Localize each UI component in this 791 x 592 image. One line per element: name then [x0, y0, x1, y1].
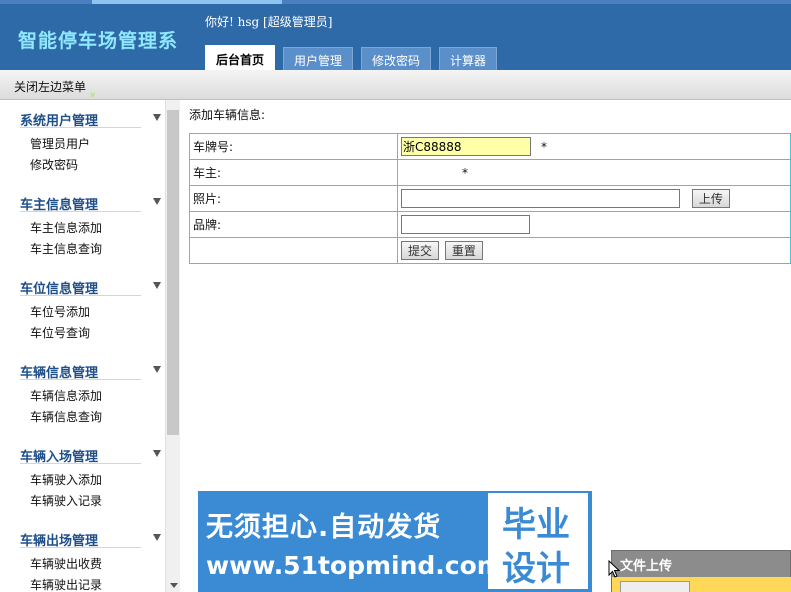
- sidebar-group-label: 车辆入场管理: [20, 450, 99, 465]
- sidebar-group-label: 车辆信息管理: [20, 366, 99, 381]
- sidebar-item-admin-users[interactable]: 管理员用户: [30, 134, 165, 155]
- banner-slogan: 无须担心.自动发货: [206, 512, 442, 543]
- actions-cell: 提交 重置: [397, 237, 791, 264]
- plate-label: 车牌号:: [189, 133, 398, 160]
- sidebar-group-label: 车主信息管理: [20, 198, 99, 213]
- sidebar-group-system-users: 系统用户管理 管理员用户 修改密码: [0, 100, 165, 184]
- sidebar-group-exit: 车辆出场管理 车辆驶出收费 车辆驶出记录: [0, 520, 165, 592]
- header-bar: 智能停车场管理系 你好! hsg [超级管理员] 后台首页 用户管理 修改密码 …: [0, 0, 791, 74]
- promo-banner[interactable]: 无须担心.自动发货 www.51topmind.com 毕业 设计: [198, 491, 592, 592]
- upload-popup-body: [612, 577, 791, 592]
- sidebar-menu: 系统用户管理 管理员用户 修改密码 车主信息管理 车主信息添加 车主信息查询 车…: [0, 100, 165, 592]
- brand-field-cell: [397, 211, 791, 238]
- upload-button[interactable]: 上传: [691, 188, 730, 208]
- chevron-down-icon[interactable]: [153, 114, 161, 121]
- banner-logo-box: 毕业 设计: [488, 493, 588, 589]
- banner-url: www.51topmind.com: [206, 551, 503, 580]
- header-top-accent: [92, 0, 282, 4]
- sidebar-item-owner-query[interactable]: 车主信息查询: [30, 239, 165, 260]
- owner-field-cell[interactable]: *: [397, 159, 791, 186]
- sidebar-item-vehicle-add[interactable]: 车辆信息添加: [30, 386, 165, 407]
- required-mark: *: [541, 140, 547, 154]
- upload-popup-title: 文件上传: [620, 559, 673, 574]
- sidebar-item-owner-add[interactable]: 车主信息添加: [30, 218, 165, 239]
- sidebar-item-entry-add[interactable]: 车辆驶入添加: [30, 470, 165, 491]
- sidebar-group-vehicle-info: 车辆信息管理 车辆信息添加 车辆信息查询: [0, 352, 165, 436]
- sidebar-group-label: 系统用户管理: [20, 114, 99, 129]
- app-title: 智能停车场管理系: [18, 30, 179, 52]
- sidebar-group-title[interactable]: 车辆出场管理: [20, 520, 161, 549]
- owner-label: 车主:: [189, 159, 398, 186]
- user-greeting: 你好! hsg [超级管理员]: [205, 15, 333, 29]
- brand-input[interactable]: [401, 215, 530, 234]
- sidebar-group-label: 车辆出场管理: [20, 534, 99, 549]
- sidebar-group-label: 车位信息管理: [20, 282, 99, 297]
- sidebar-group-title[interactable]: 车主信息管理: [20, 184, 161, 213]
- close-left-menu-link[interactable]: 关闭左边菜单: [14, 78, 86, 95]
- chevron-down-icon[interactable]: [153, 366, 161, 373]
- sidebar-group-title[interactable]: 车辆信息管理: [20, 352, 161, 381]
- form-row-photo: 照片: 上传: [189, 185, 791, 212]
- chevron-down-icon[interactable]: [153, 198, 161, 205]
- vehicle-form-table: 车牌号: * 车主: * 照片: 上传 品牌:: [189, 133, 791, 264]
- scrollbar-thumb[interactable]: [167, 110, 179, 435]
- sidebar-item-vehicle-query[interactable]: 车辆信息查询: [30, 407, 165, 428]
- banner-box-line2: 设计: [502, 549, 570, 589]
- scroll-down-arrow-icon[interactable]: [170, 583, 178, 588]
- sidebar-item-space-add[interactable]: 车位号添加: [30, 302, 165, 323]
- plate-field-cell: *: [397, 133, 791, 160]
- form-row-owner: 车主: *: [189, 159, 791, 186]
- form-heading: 添加车辆信息:: [189, 108, 266, 122]
- chevron-down-icon[interactable]: [153, 450, 161, 457]
- sidebar-item-space-query[interactable]: 车位号查询: [30, 323, 165, 344]
- plate-number-input[interactable]: [401, 137, 531, 156]
- sidebar-group-title[interactable]: 车位信息管理: [20, 268, 161, 297]
- sidebar-item-entry-records[interactable]: 车辆驶入记录: [30, 491, 165, 512]
- form-row-plate: 车牌号: *: [189, 133, 791, 160]
- photo-label: 照片:: [189, 185, 398, 212]
- sidebar-group-title[interactable]: 系统用户管理: [20, 100, 161, 129]
- sidebar: 系统用户管理 管理员用户 修改密码 车主信息管理 车主信息添加 车主信息查询 车…: [0, 100, 180, 592]
- photo-path-input[interactable]: [401, 189, 680, 209]
- mouse-cursor-icon: [608, 560, 620, 578]
- brand-label: 品牌:: [189, 211, 398, 238]
- choose-file-button[interactable]: [620, 581, 690, 592]
- chevron-down-icon[interactable]: [153, 534, 161, 541]
- form-row-actions: 提交 重置: [189, 237, 791, 264]
- banner-box-line1: 毕业: [502, 505, 570, 545]
- submit-button[interactable]: 提交: [401, 241, 440, 260]
- sidebar-scrollbar[interactable]: [165, 100, 180, 592]
- toolbar-badge: v: [90, 90, 96, 99]
- sidebar-item-change-password[interactable]: 修改密码: [30, 155, 165, 176]
- sidebar-item-exit-records[interactable]: 车辆驶出记录: [30, 575, 165, 592]
- file-upload-popup: 文件上传: [611, 550, 791, 592]
- toolbar: 关闭左边菜单 v: [0, 70, 791, 100]
- chevron-down-icon[interactable]: [153, 282, 161, 289]
- required-mark: *: [462, 166, 468, 180]
- reset-button[interactable]: 重置: [444, 241, 483, 260]
- sidebar-group-owner-info: 车主信息管理 车主信息添加 车主信息查询: [0, 184, 165, 268]
- photo-field-cell: 上传: [397, 185, 791, 212]
- sidebar-group-space-info: 车位信息管理 车位号添加 车位号查询: [0, 268, 165, 352]
- sidebar-group-entry: 车辆入场管理 车辆驶入添加 车辆驶入记录: [0, 436, 165, 520]
- form-row-brand: 品牌:: [189, 211, 791, 238]
- sidebar-item-exit-charge[interactable]: 车辆驶出收费: [30, 554, 165, 575]
- sidebar-group-title[interactable]: 车辆入场管理: [20, 436, 161, 465]
- actions-label-cell: [189, 237, 398, 264]
